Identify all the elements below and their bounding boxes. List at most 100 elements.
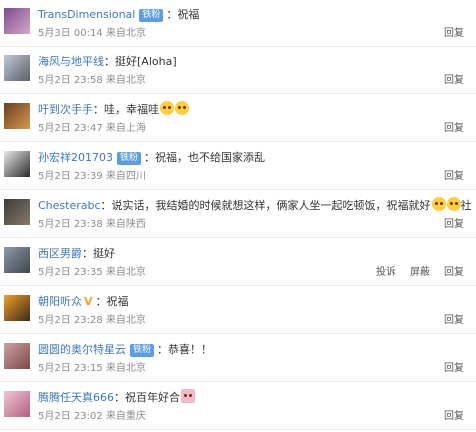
- comment-row: 朝阳听众 V ：祝福 5月2日 23:28 来自北京 回复: [0, 287, 476, 334]
- comment-list: TransDimensional 铁粉 ：祝福 5月3日 00:14 来自北京 回复 海风…: [0, 0, 476, 432]
- comment-meta: 5月2日 23:58 来自北京: [38, 73, 146, 89]
- location: 来自北京: [105, 267, 146, 278]
- username-link[interactable]: 孙宏祥201703: [38, 151, 113, 164]
- timestamp: 5月2日 23:47: [38, 123, 103, 134]
- reply-button[interactable]: 回复: [444, 75, 464, 86]
- avatar[interactable]: [4, 199, 30, 225]
- username-link[interactable]: 西区男爵: [38, 247, 82, 260]
- comment-text: ：挺好: [82, 247, 115, 260]
- location: 来自重庆: [105, 411, 146, 422]
- comment-row: 孙宏祥201703 铁粉 ：祝福，也不给国家添乱 5月2日 23:39 来自四川 回复: [0, 143, 476, 190]
- fan-badge: 铁粉: [117, 152, 142, 165]
- reply-button[interactable]: 回复: [444, 363, 464, 374]
- comment-meta: 5月2日 23:47 来自上海: [38, 121, 146, 137]
- comment-meta: 5月3日 00:14 来自北京: [38, 26, 146, 42]
- avatar[interactable]: [4, 103, 30, 129]
- reply-button[interactable]: 回复: [444, 219, 464, 230]
- comment-text: ：祝福，也不给国家添乱: [144, 151, 266, 164]
- avatar[interactable]: [4, 55, 30, 81]
- username-link[interactable]: 圆圆的奥尔特星云: [38, 343, 126, 356]
- location: 来自北京: [105, 363, 146, 374]
- comment-actions: 回复: [430, 73, 464, 89]
- comment-text: ：祝福: [166, 8, 200, 21]
- comment-actions: 回复: [430, 169, 464, 185]
- timestamp: 5月3日 00:14: [38, 28, 103, 39]
- comment-row: Chesterabc：说实话，我结婚的时候就想这样，俩家人坐一起吃顿饭，祝福就好…: [0, 191, 476, 238]
- reply-button[interactable]: 回复: [444, 123, 464, 134]
- location: 来自北京: [105, 315, 146, 326]
- comment-meta: 5月2日 23:02 来自重庆: [38, 409, 146, 425]
- comment-line: 腾腾任天真666：祝百年好合: [38, 389, 472, 407]
- crying-laugh-icon: [446, 197, 461, 211]
- comment-text: ：挺好[Aloha]: [104, 55, 177, 68]
- location: 来自陕西: [105, 219, 146, 230]
- comment-line: 朝阳听众 V ：祝福: [38, 293, 472, 311]
- comment-text: ：祝福: [95, 295, 129, 308]
- comment-actions: 回复: [430, 313, 464, 329]
- comment-meta: 5月2日 23:28 来自北京: [38, 313, 146, 329]
- comment-row: 吁到次手手：哇，幸福哇 5月2日 23:47 来自上海 回复: [0, 95, 476, 142]
- reply-button[interactable]: 回复: [444, 28, 464, 39]
- comment-text: ：恭喜！！: [157, 343, 213, 356]
- comment-line: 吁到次手手：哇，幸福哇: [38, 101, 472, 119]
- verified-v-icon: V: [84, 295, 93, 308]
- comment-line: 圆圆的奥尔特星云 铁粉 ：恭喜！！: [38, 341, 472, 359]
- comment-text: ：哇，幸福哇: [93, 103, 159, 116]
- crying-laugh-icon: [160, 101, 174, 115]
- comment-actions: 回复: [430, 217, 464, 233]
- fan-badge: 铁粉: [130, 344, 155, 357]
- timestamp: 5月2日 23:39: [38, 171, 103, 182]
- comment-actions: 回复: [430, 121, 464, 137]
- timestamp: 5月2日 23:28: [38, 315, 103, 326]
- comment-actions: 回复: [430, 361, 464, 377]
- comment-meta: 5月2日 23:38 来自陕西: [38, 217, 146, 233]
- comment-meta: 5月2日 23:35 来自北京: [38, 265, 146, 281]
- comment-row: 腾腾任天真666：祝百年好合 5月2日 23:02 来自重庆 回复: [0, 383, 476, 430]
- username-link[interactable]: 吁到次手手: [38, 103, 93, 116]
- timestamp: 5月2日 23:02: [38, 411, 103, 422]
- reply-button[interactable]: 回复: [444, 411, 464, 422]
- comment-line: 孙宏祥201703 铁粉 ：祝福，也不给国家添乱: [38, 149, 472, 167]
- username-link[interactable]: Chesterabc: [38, 199, 101, 212]
- avatar[interactable]: [4, 391, 30, 417]
- avatar[interactable]: [4, 295, 30, 321]
- comment-line: TransDimensional 铁粉 ：祝福: [38, 6, 472, 24]
- block-button[interactable]: 屏蔽: [410, 267, 430, 278]
- avatar[interactable]: [4, 247, 30, 273]
- username-link[interactable]: 朝阳听众: [38, 295, 82, 308]
- crying-laugh-icon: [431, 197, 446, 211]
- reply-button[interactable]: 回复: [444, 171, 464, 182]
- location: 来自四川: [105, 171, 146, 182]
- crying-laugh-icon: [175, 101, 189, 115]
- avatar[interactable]: [4, 343, 30, 369]
- comment-row: 海风与地平线：挺好[Aloha] 5月2日 23:58 来自北京 回复: [0, 47, 476, 94]
- comment-actions: 回复: [430, 409, 464, 425]
- location: 来自北京: [105, 75, 146, 86]
- fan-badge: 铁粉: [139, 9, 164, 22]
- timestamp: 5月2日 23:35: [38, 267, 103, 278]
- username-link[interactable]: 腾腾任天真666: [38, 391, 114, 404]
- comment-text-tail: 社恐: [460, 199, 472, 212]
- timestamp: 5月2日 23:58: [38, 75, 103, 86]
- avatar[interactable]: [4, 8, 30, 34]
- timestamp: 5月2日 23:38: [38, 219, 103, 230]
- comment-meta: 5月2日 23:39 来自四川: [38, 169, 146, 185]
- timestamp: 5月2日 23:15: [38, 363, 103, 374]
- location: 来自上海: [105, 123, 146, 134]
- comment-line: Chesterabc：说实话，我结婚的时候就想这样，俩家人坐一起吃顿饭，祝福就好…: [38, 197, 472, 215]
- comment-row: 圆圆的奥尔特星云 铁粉 ：恭喜！！ 5月2日 23:15 来自北京 回复: [0, 335, 476, 382]
- avatar[interactable]: [4, 151, 30, 177]
- comment-text: ：祝百年好合: [114, 391, 180, 404]
- username-link[interactable]: 海风与地平线: [38, 55, 104, 68]
- reply-button[interactable]: 回复: [444, 315, 464, 326]
- report-button[interactable]: 投诉: [376, 267, 396, 278]
- comment-actions: 回复: [430, 26, 464, 42]
- username-link[interactable]: TransDimensional: [38, 8, 135, 21]
- comment-text: ：说实话，我结婚的时候就想这样，俩家人坐一起吃顿饭，祝福就好: [100, 199, 431, 212]
- comment-meta: 5月2日 23:15 来自北京: [38, 361, 146, 377]
- location: 来自北京: [105, 28, 146, 39]
- comment-actions: 投诉 屏蔽 回复: [362, 265, 464, 281]
- cake-icon: [181, 389, 195, 403]
- reply-button[interactable]: 回复: [444, 267, 464, 278]
- comment-row: 西区男爵：挺好 5月2日 23:35 来自北京 投诉 屏蔽 回复: [0, 239, 476, 286]
